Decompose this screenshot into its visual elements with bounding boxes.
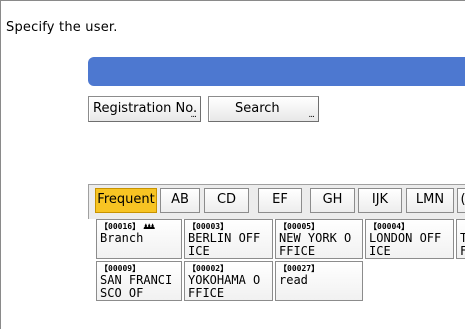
search-button[interactable]: Search ... — [208, 96, 319, 122]
user-grid: 【00016】 ♟♟♟ Branch 【00003】 BERLIN OFF ICE… — [88, 219, 465, 329]
user-entry[interactable]: 【00016】 ♟♟♟ Branch — [96, 219, 182, 259]
user-entry[interactable]: 【00005】 NEW YORK O FFICE — [275, 219, 363, 259]
user-entry[interactable]: 【00003】 BERLIN OFF ICE — [184, 219, 273, 259]
search-label: Search — [235, 101, 280, 116]
tab-frequent[interactable]: Frequent — [95, 188, 157, 213]
tab-cd[interactable]: CD — [204, 188, 249, 213]
tab-lmn[interactable]: LMN — [406, 188, 454, 213]
entry-name: BERLIN OFF ICE — [188, 231, 261, 258]
entry-name: read — [279, 273, 308, 287]
group-icon: ♟♟♟ — [143, 222, 155, 232]
ellipsis-icon: ... — [190, 110, 197, 120]
user-entry-partial[interactable]: 【 T F — [456, 219, 465, 259]
user-entry[interactable]: 【00002】 YOKOHAMA O FFICE — [184, 261, 273, 301]
entry-name: LONDON OFF ICE — [369, 231, 442, 258]
left-border — [0, 0, 1, 329]
user-entry[interactable]: 【00009】 SAN FRANCI SCO OF — [96, 261, 182, 301]
entry-name: YOKOHAMA O FFICE — [188, 273, 261, 300]
header-bar — [88, 57, 465, 86]
tab-ab[interactable]: AB — [160, 188, 200, 213]
user-entry[interactable]: 【00027】 read — [275, 261, 363, 301]
entry-name: Branch — [100, 231, 144, 245]
registration-no-button[interactable]: Registration No. ... — [88, 96, 201, 122]
prompt-text: Specify the user. — [6, 20, 118, 35]
entry-name: T F — [460, 232, 465, 258]
user-selection-screen: Specify the user. Registration No. ... S… — [0, 0, 465, 329]
entry-name: SAN FRANCI SCO OF — [100, 273, 173, 300]
top-border — [0, 0, 465, 1]
tab-ef[interactable]: EF — [258, 188, 302, 213]
ellipsis-icon: ... — [308, 110, 315, 120]
tab-ijk[interactable]: IJK — [358, 188, 402, 213]
tab-gh[interactable]: GH — [310, 188, 355, 213]
entry-name: NEW YORK O FFICE — [279, 231, 352, 258]
user-entry[interactable]: 【00004】 LONDON OFF ICE — [365, 219, 454, 259]
tab-partial[interactable]: ( — [457, 188, 465, 213]
registration-no-label: Registration No. — [93, 101, 198, 116]
